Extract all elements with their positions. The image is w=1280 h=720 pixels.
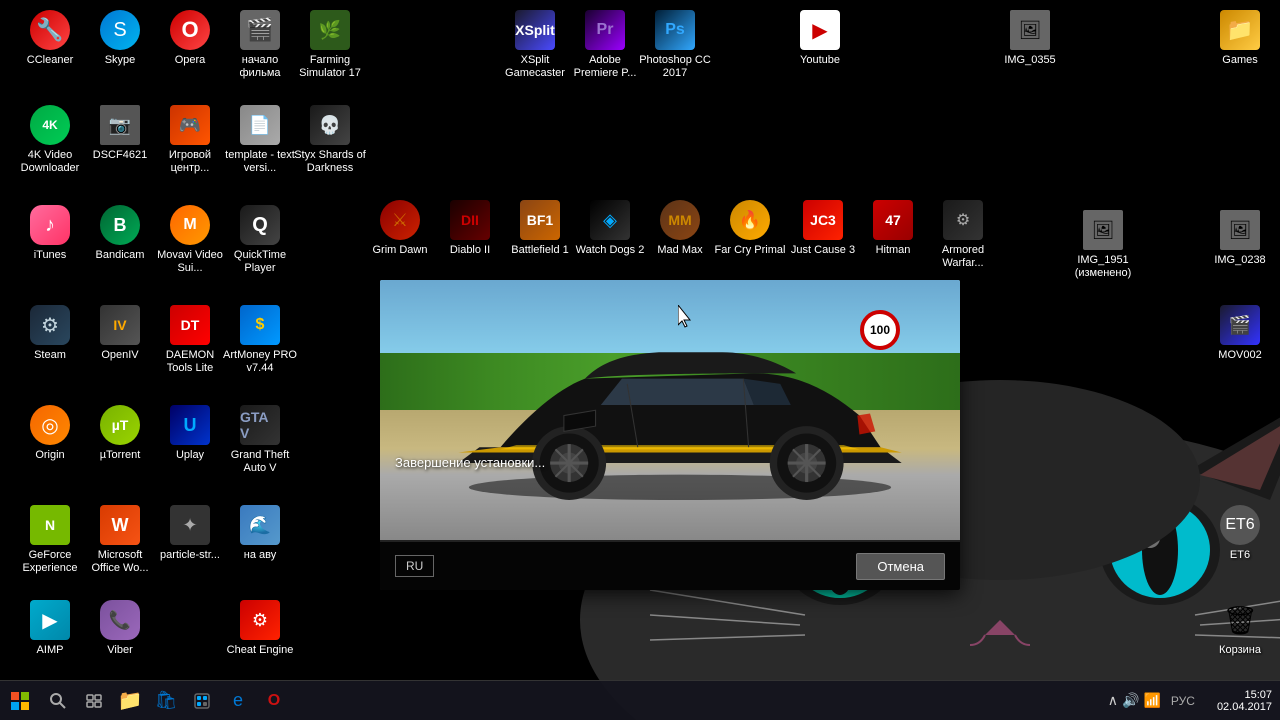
tray-icons: ∧ 🔊 📶 [1108, 692, 1161, 709]
car-scene: 100 [380, 280, 960, 540]
icon-quicktime[interactable]: Q QuickTime Player [220, 205, 300, 275]
window-bottom-bar: RU Отмена [380, 542, 960, 590]
icon-utorrent[interactable]: µT µTorrent [80, 405, 160, 462]
icon-nachalo[interactable]: 🎬 начало фильма [220, 10, 300, 80]
icon-geforce[interactable]: N GeForce Experience [10, 505, 90, 575]
icon-watchdogs2[interactable]: ◈ Watch Dogs 2 [570, 200, 650, 257]
tray-volume[interactable]: 📶 [1143, 692, 1160, 709]
icon-diablo2[interactable]: DII Diablo II [430, 200, 510, 257]
icon-origin[interactable]: ◎ Origin [10, 405, 90, 462]
icon-gta5[interactable]: GTA V Grand Theft Auto V [220, 405, 300, 475]
store-taskbar[interactable]: 🛍 [148, 683, 184, 719]
icon-games[interactable]: 📁 Games [1200, 10, 1280, 67]
icon-opera[interactable]: O Opera [150, 10, 230, 67]
icon-xsplit[interactable]: XSplit XSplit Gamecaster [495, 10, 575, 80]
icon-et6[interactable]: ET6 ET6 [1200, 505, 1280, 562]
cancel-button[interactable]: Отмена [856, 553, 945, 580]
icon-viber[interactable]: 📞 Viber [80, 600, 160, 657]
desktop: 🔧 CCleaner S Skype O Opera 🎬 начало филь… [0, 0, 1280, 720]
icon-daemon-tools[interactable]: DT DAEMON Tools Lite [150, 305, 230, 375]
system-tray: ∧ 🔊 📶 РУС [1098, 692, 1209, 709]
icon-img0355[interactable]: 🖼 IMG_0355 [990, 10, 1070, 67]
icon-steam[interactable]: ⚙ Steam [10, 305, 90, 362]
icon-styx[interactable]: 💀 Styx Shards of Darkness [290, 105, 370, 175]
taskbar-clock[interactable]: 15:07 02.04.2017 [1217, 689, 1272, 713]
icon-justcause3[interactable]: JC3 Just Cause 3 [783, 200, 863, 257]
icon-img1951[interactable]: 🖼 IMG_1951 (изменено) [1063, 210, 1143, 280]
icon-ccleaner[interactable]: 🔧 CCleaner [10, 10, 90, 67]
icon-youtube[interactable]: ▶ Youtube [780, 10, 860, 67]
install-status-text: Завершение установки... [395, 455, 545, 470]
icon-farcry-primal[interactable]: 🔥 Far Cry Primal [710, 200, 790, 257]
icon-ms-office-word[interactable]: W Microsoft Office Wo... [80, 505, 160, 575]
icon-bandicam[interactable]: B Bandicam [80, 205, 160, 262]
icon-itunes[interactable]: ♪ iTunes [10, 205, 90, 262]
icon-photoshop[interactable]: Ps Photoshop CC 2017 [635, 10, 715, 80]
tray-network[interactable]: 🔊 [1122, 692, 1139, 709]
taskbar: 📁 🛍 e O ∧ 🔊 📶 РУС 15:07 02.04.2017 [0, 680, 1280, 720]
edge-taskbar[interactable]: e [220, 683, 256, 719]
icon-particle[interactable]: ✦ particle-str... [150, 505, 230, 562]
icon-movavi[interactable]: M Movavi Video Sui... [150, 205, 230, 275]
icon-grimdawn[interactable]: ⚔ Grim Dawn [360, 200, 440, 257]
tray-lang[interactable]: РУС [1171, 694, 1195, 708]
task-manager-taskbar[interactable] [184, 683, 220, 719]
icon-template[interactable]: 📄 template - text versi... [220, 105, 300, 175]
icon-hitman[interactable]: 47 Hitman [853, 200, 933, 257]
icon-madmax[interactable]: MM Mad Max [640, 200, 720, 257]
language-button[interactable]: RU [395, 555, 434, 577]
icon-4kvideo[interactable]: 4K 4K Video Downloader [10, 105, 90, 175]
install-window: 100 [380, 280, 960, 590]
opera-taskbar[interactable]: O [256, 683, 292, 719]
icon-naavu[interactable]: 🌊 на аву [220, 505, 300, 562]
icon-skype[interactable]: S Skype [80, 10, 160, 67]
icon-openiv[interactable]: IV OpenIV [80, 305, 160, 362]
task-view-button[interactable] [76, 683, 112, 719]
icon-farming[interactable]: 🌿 Farming Simulator 17 [290, 10, 370, 80]
icon-mov002[interactable]: 🎬 MOV002 [1200, 305, 1280, 362]
icon-artmoney[interactable]: $ ArtMoney PRO v7.44 [220, 305, 300, 375]
tray-chevron[interactable]: ∧ [1108, 692, 1118, 709]
icon-img0238[interactable]: 🖼 IMG_0238 [1200, 210, 1280, 267]
icon-premiere[interactable]: Pr Adobe Premiere P... [565, 10, 645, 80]
icon-recycle-bin[interactable]: 🗑 Корзина [1200, 600, 1280, 657]
icon-battlefield1[interactable]: BF1 Battlefield 1 [500, 200, 580, 257]
icon-armored-warfare[interactable]: ⚙ Armored Warfar... [923, 200, 1003, 270]
file-explorer-taskbar[interactable]: 📁 [112, 683, 148, 719]
icon-dscf[interactable]: 📷 DSCF4621 [80, 105, 160, 162]
icon-gaming-center[interactable]: 🎮 Игровой центр... [150, 105, 230, 175]
icon-uplay[interactable]: U Uplay [150, 405, 230, 462]
icon-aimp[interactable]: ▶ AIMP [10, 600, 90, 657]
icon-cheat-engine[interactable]: ⚙ Cheat Engine [220, 600, 300, 657]
search-taskbar-button[interactable] [40, 683, 76, 719]
start-button[interactable] [0, 681, 40, 720]
